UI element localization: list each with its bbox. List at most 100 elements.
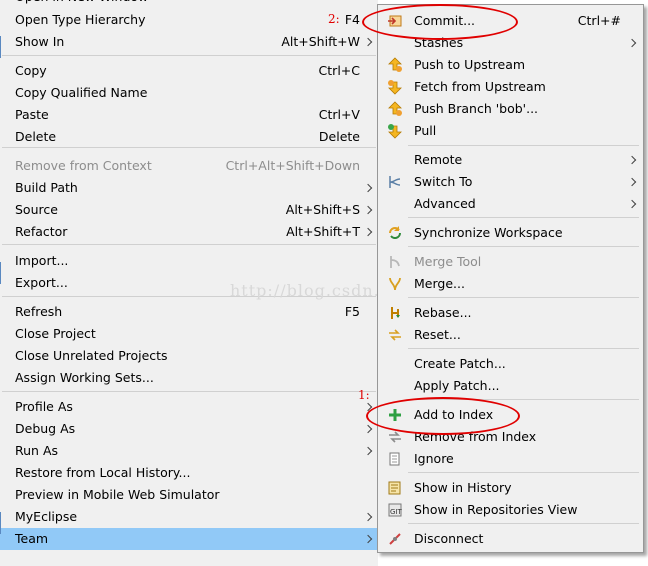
- main-menu-item-import[interactable]: Import...: [0, 250, 378, 272]
- team-menu-item-disconnect[interactable]: Disconnect: [380, 528, 641, 550]
- chevron-right-icon: [363, 528, 373, 550]
- repositories-icon: GIT: [387, 502, 403, 518]
- chevron-right-icon: [627, 32, 637, 54]
- team-menu-item-label: Rebase...: [414, 305, 472, 320]
- add-to-index-highlight-oval: [366, 397, 520, 435]
- main-menu-item-label: Build Path: [15, 180, 78, 195]
- main-menu-item-show-in[interactable]: Show In Alt+Shift+W: [0, 31, 378, 53]
- team-menu-item-fetch-from-upstream[interactable]: Fetch from Upstream: [380, 76, 641, 98]
- team-menu-item-create-patch[interactable]: Create Patch...: [380, 353, 641, 375]
- main-menu-item-label: Paste: [15, 107, 49, 122]
- team-menu-item-label: Disconnect: [414, 531, 484, 546]
- team-menu-item-push-to-upstream[interactable]: Push to Upstream: [380, 54, 641, 76]
- menu-separator: [2, 391, 376, 392]
- main-menu-item-debug-as[interactable]: Debug As: [0, 418, 378, 440]
- main-menu-item-run-as[interactable]: Run As: [0, 440, 378, 462]
- team-menu-item-label: Apply Patch...: [414, 378, 500, 393]
- main-menu-item-label: Close Unrelated Projects: [15, 348, 168, 363]
- team-menu-item-label: Create Patch...: [414, 356, 506, 371]
- menu-separator: [408, 297, 639, 298]
- team-menu-item-reset[interactable]: Reset...: [380, 324, 641, 346]
- push-branch-icon: [387, 101, 403, 117]
- team-menu-item-show-in-history[interactable]: Show in History: [380, 477, 641, 499]
- main-menu-item-close-unrelated-projects[interactable]: Close Unrelated Projects: [0, 345, 378, 367]
- team-menu-item-label: Show in Repositories View: [414, 502, 578, 517]
- main-menu-item-label: Team: [15, 531, 49, 546]
- main-menu-item-label: Show In: [15, 34, 65, 49]
- team-submenu: Commit... Ctrl+# Stashes Push to Upstream Fe…: [377, 4, 644, 553]
- main-menu-item-label: Import...: [15, 253, 69, 268]
- main-menu-item-preview-in-mobile-web-simulator[interactable]: Preview in Mobile Web Simulator: [0, 484, 378, 506]
- team-menu-item-merge[interactable]: Merge...: [380, 273, 641, 295]
- main-menu-item-build-path[interactable]: Build Path: [0, 177, 378, 199]
- main-menu-item-copy[interactable]: Copy Ctrl+C: [0, 60, 378, 82]
- main-menu-item-open-in-new-window[interactable]: Open in New Window: [0, 0, 378, 8]
- team-menu-item-remote[interactable]: Remote: [380, 149, 641, 171]
- ignore-icon: [387, 451, 403, 467]
- main-menu-item-assign-working-sets[interactable]: Assign Working Sets...: [0, 367, 378, 389]
- team-menu-item-label: Show in History: [414, 480, 512, 495]
- team-menu-item-label: Push Branch 'bob'...: [414, 101, 539, 116]
- team-menu-item-merge-tool: Merge Tool: [380, 251, 641, 273]
- main-menu-item-accelerator: Alt+Shift+W: [281, 34, 360, 49]
- main-menu-item-copy-qualified-name[interactable]: Copy Qualified Name: [0, 82, 378, 104]
- team-menu-item-synchronize-workspace[interactable]: Synchronize Workspace: [380, 222, 641, 244]
- main-menu-item-paste[interactable]: Paste Ctrl+V: [0, 104, 378, 126]
- main-menu-item-open-type-hierarchy[interactable]: Open Type Hierarchy F4: [0, 9, 378, 31]
- main-menu-item-remove-from-context: Remove from Context Ctrl+Alt+Shift+Down: [0, 155, 378, 177]
- main-menu-item-label: Open Type Hierarchy: [15, 12, 146, 27]
- menu-separator: [408, 472, 639, 473]
- team-menu-item-label: Push to Upstream: [414, 57, 526, 72]
- team-menu-item-advanced[interactable]: Advanced: [380, 193, 641, 215]
- team-menu-item-label: Advanced: [414, 196, 476, 211]
- main-menu-item-refresh[interactable]: Refresh F5: [0, 301, 378, 323]
- team-menu-item-apply-patch[interactable]: Apply Patch...: [380, 375, 641, 397]
- main-menu-item-label: Restore from Local History...: [15, 465, 191, 480]
- team-menu-item-pull[interactable]: Pull: [380, 120, 641, 142]
- main-menu-item-label: Refresh: [15, 304, 63, 319]
- team-menu-item-label: Fetch from Upstream: [414, 79, 546, 94]
- chevron-right-icon: [363, 31, 373, 53]
- rebase-icon: [387, 305, 403, 321]
- editor-gutter-mark: [0, 512, 1, 534]
- main-menu-item-myeclipse[interactable]: MyEclipse: [0, 506, 378, 528]
- main-menu-item-team[interactable]: Team: [0, 528, 378, 550]
- synchronize-icon: [387, 225, 403, 241]
- pull-icon: [387, 123, 403, 139]
- main-menu-item-accelerator: F5: [344, 304, 360, 319]
- team-menu-item-label: Switch To: [414, 174, 473, 189]
- push-icon: [387, 57, 403, 73]
- team-menu-item-switch-to[interactable]: Switch To: [380, 171, 641, 193]
- main-menu-item-source[interactable]: Source Alt+Shift+S: [0, 199, 378, 221]
- merge-icon: [387, 276, 403, 292]
- main-menu-item-refactor[interactable]: Refactor Alt+Shift+T: [0, 221, 378, 243]
- editor-gutter-mark: [0, 262, 1, 284]
- team-menu-item-label: Ignore: [414, 451, 454, 466]
- menu-separator: [408, 246, 639, 247]
- merge-tool-icon: [387, 254, 403, 270]
- main-menu-item-close-project[interactable]: Close Project: [0, 323, 378, 345]
- chevron-right-icon: [627, 171, 637, 193]
- team-menu-item-label: Pull: [414, 123, 437, 138]
- team-menu-item-label: Reset...: [414, 327, 461, 342]
- main-menu-item-label: Refactor: [15, 224, 68, 239]
- team-menu-item-show-in-repositories-view[interactable]: GIT Show in Repositories View: [380, 499, 641, 521]
- team-menu-item-ignore[interactable]: Ignore: [380, 448, 641, 470]
- menu-separator: [408, 217, 639, 218]
- main-menu-item-label: Profile As: [15, 399, 73, 414]
- main-menu-item-accelerator: Ctrl+V: [318, 107, 360, 122]
- team-menu-item-rebase[interactable]: Rebase...: [380, 302, 641, 324]
- main-menu-item-label: Close Project: [15, 326, 96, 341]
- menu-separator: [2, 244, 376, 245]
- main-menu-item-label: Open in New Window: [15, 0, 148, 4]
- team-menu-item-label: Remote: [414, 152, 463, 167]
- main-menu-item-accelerator: Ctrl+C: [318, 63, 360, 78]
- main-menu-item-restore-from-local-history[interactable]: Restore from Local History...: [0, 462, 378, 484]
- main-menu-item-accelerator: Ctrl+Alt+Shift+Down: [225, 158, 360, 173]
- chevron-right-icon: [363, 440, 373, 462]
- main-menu-item-profile-as[interactable]: Profile As: [0, 396, 378, 418]
- main-menu-item-delete[interactable]: Delete Delete: [0, 126, 378, 148]
- main-menu-item-accelerator: Alt+Shift+T: [286, 224, 360, 239]
- menu-separator: [408, 523, 639, 524]
- team-menu-item-push-branch-bob[interactable]: Push Branch 'bob'...: [380, 98, 641, 120]
